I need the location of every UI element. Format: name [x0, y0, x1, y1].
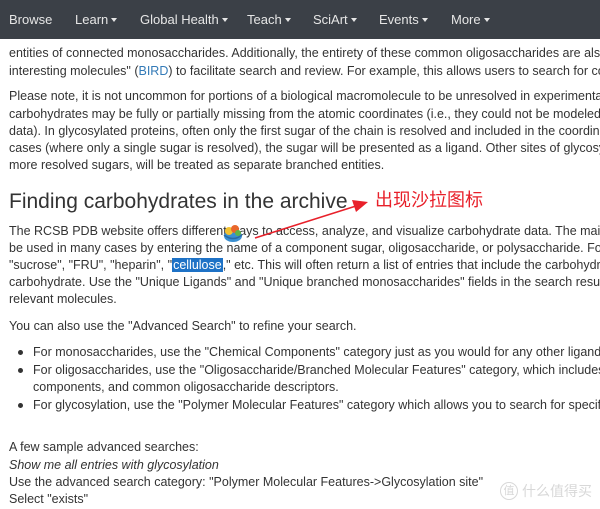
list-item-continuation: components, and common oligosaccharide d… [33, 380, 339, 394]
section-p1-line-3-pre: "sucrose", "FRU", "heparin", " [9, 258, 173, 272]
bird-link[interactable]: BIRD [139, 64, 169, 78]
chevron-down-icon [483, 18, 490, 22]
chevron-down-icon [221, 18, 228, 22]
samples-heading: A few sample advanced searches: [9, 440, 199, 454]
watermark: 值 什么值得买 [500, 481, 592, 501]
sample-example-title: Show me all entries with glycosylation [9, 458, 219, 472]
note-line-5: more resolved sugars, will be treated as… [9, 158, 385, 172]
nav-sciart[interactable]: SciArt [313, 12, 357, 27]
intro-line-1: entities of connected monosaccharides. A… [9, 46, 600, 60]
sample-step-1: Use the advanced search category: "Polym… [9, 475, 484, 489]
annotation-label: 出现沙拉图标 [375, 190, 483, 211]
nav-more-label: More [451, 12, 481, 27]
list-item-text: For monosaccharides, use the "Chemical C… [33, 345, 600, 359]
nav-browse-label: Browse [9, 12, 53, 27]
list-item: For oligosaccharides, use the "Oligosacc… [18, 362, 600, 379]
list-item: For monosaccharides, use the "Chemical C… [18, 344, 600, 361]
note-line-3: data). In glycosylated proteins, often o… [9, 124, 600, 138]
note-line-1: Please note, it is not uncommon for port… [9, 89, 600, 103]
nav-global-health-label: Global Health [140, 12, 219, 27]
section-p1-line-3-post: ," etc. This will often return a list of… [222, 258, 600, 272]
section-p1-line-4: carbohydrate. Use the "Unique Ligands" a… [9, 275, 600, 289]
annotation-arrow-head [352, 200, 368, 212]
salad-icon[interactable] [222, 222, 244, 244]
nav-teach[interactable]: Teach [247, 12, 291, 27]
note-line-4: cases (where only a single sugar is reso… [9, 141, 600, 155]
section-p1-line-1: The RCSB PDB website offers different wa… [9, 224, 600, 238]
section-p1-line-5: relevant molecules. [9, 292, 117, 306]
sample-step-2: Select "exists" [9, 492, 89, 506]
watermark-text: 什么值得买 [522, 484, 592, 500]
list-item-text: For glycosylation, use the "Polymer Mole… [33, 398, 600, 412]
chevron-down-icon [350, 18, 357, 22]
intro-line-2: interesting molecules" (BIRD) to facilit… [9, 63, 600, 80]
nav-more[interactable]: More [451, 12, 490, 27]
section-heading: Finding carbohydrates in the archive [9, 190, 348, 213]
nav-learn-label: Learn [75, 12, 109, 27]
nav-events[interactable]: Events [379, 12, 428, 27]
nav-sciart-label: SciArt [313, 12, 348, 27]
watermark-logo-icon: 值 [500, 482, 518, 500]
nav-global-health[interactable]: Global Health [140, 12, 228, 27]
chevron-down-icon [111, 18, 118, 22]
section-p1-line-3: "sucrose", "FRU", "heparin", "cellulose,… [9, 257, 600, 274]
top-navbar: Browse Learn Global Health Teach SciArt … [0, 0, 600, 39]
bullet-dot [18, 368, 23, 373]
list-item: For glycosylation, use the "Polymer Mole… [18, 397, 600, 414]
note-line-2: carbohydrates may be fully or partially … [9, 107, 600, 121]
section-p2: You can also use the "Advanced Search" t… [9, 319, 357, 333]
intro-line-2-pre: interesting molecules" ( [9, 64, 139, 78]
section-p1-line-2: be used in many cases by entering the na… [9, 241, 600, 255]
nav-events-label: Events [379, 12, 419, 27]
nav-teach-label: Teach [247, 12, 282, 27]
bullet-dot [18, 403, 23, 408]
intro-line-2-post: ) to facilitate search and review. For e… [168, 64, 600, 78]
chevron-down-icon [421, 18, 428, 22]
chevron-down-icon [284, 18, 291, 22]
nav-browse[interactable]: Browse [9, 12, 52, 27]
highlighted-selection[interactable]: cellulose [172, 258, 223, 272]
list-item-text: For oligosaccharides, use the "Oligosacc… [33, 363, 600, 377]
nav-learn[interactable]: Learn [75, 12, 118, 27]
bullet-dot [18, 350, 23, 355]
